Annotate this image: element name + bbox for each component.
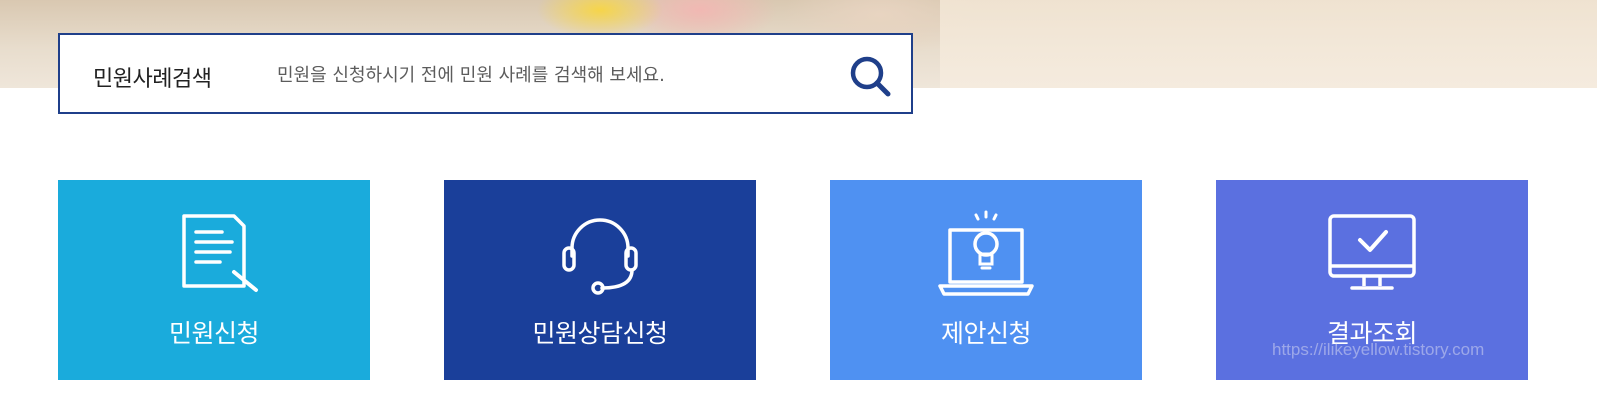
tile-label: 민원상담신청 xyxy=(532,319,668,348)
banner-fade xyxy=(940,0,1597,88)
search-icon xyxy=(850,56,891,97)
tile-complaint-application[interactable]: 민원신청 xyxy=(58,180,370,380)
complaint-case-search: 민원사례검색 xyxy=(58,33,913,114)
document-icon xyxy=(182,214,258,292)
search-input[interactable] xyxy=(275,53,839,97)
tile-label: 제안신청 xyxy=(940,319,1032,348)
tile-consultation-application[interactable]: 민원상담신청 xyxy=(444,180,756,380)
headset-icon xyxy=(562,218,638,295)
tile-label: 민원신청 xyxy=(168,319,260,348)
laptop-lightbulb-icon xyxy=(938,210,1034,296)
search-title: 민원사례검색 xyxy=(93,67,212,92)
search-button[interactable] xyxy=(847,53,895,99)
watermark-text: https://ilikeyellow.tistory.com xyxy=(1272,340,1485,359)
monitor-check-icon xyxy=(1328,214,1416,290)
tile-proposal-application[interactable]: 제안신청 xyxy=(830,180,1142,380)
